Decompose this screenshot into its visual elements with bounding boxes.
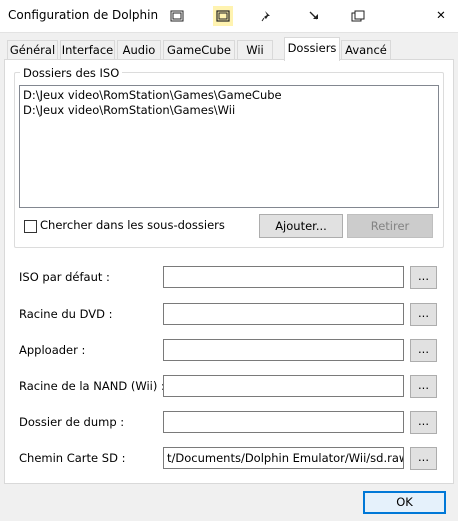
add-folder-button[interactable]: Ajouter... xyxy=(259,214,343,238)
dvd-root-browse-button[interactable]: ... xyxy=(410,303,437,326)
tab-interface[interactable]: Interface xyxy=(60,40,115,60)
apploader-label: Apploader : xyxy=(19,343,86,357)
iso-folders-group-title: Dossiers des ISO xyxy=(20,66,123,80)
remove-folder-button[interactable]: Retirer xyxy=(347,214,433,238)
title-bar[interactable]: Configuration de Dolphin ✕ xyxy=(0,0,458,32)
close-icon[interactable]: ✕ xyxy=(428,4,454,26)
window-title: Configuration de Dolphin xyxy=(8,8,159,22)
iso-folders-list[interactable]: D:\Jeux video\RomStation\Games\GameCube … xyxy=(19,85,439,208)
window-tile-icon[interactable] xyxy=(348,6,368,26)
dvd-root-input[interactable] xyxy=(163,303,404,325)
dvd-root-label: Racine du DVD : xyxy=(19,307,113,321)
list-item[interactable]: D:\Jeux video\RomStation\Games\Wii xyxy=(23,103,435,118)
nand-root-browse-button[interactable]: ... xyxy=(410,375,437,398)
tab-avance[interactable]: Avancé xyxy=(341,40,391,60)
recursive-search-checkbox[interactable] xyxy=(24,220,37,233)
dump-folder-input[interactable] xyxy=(163,411,404,433)
nand-root-label: Racine de la NAND (Wii) : xyxy=(19,379,165,393)
dump-folder-browse-button[interactable]: ... xyxy=(410,411,437,434)
apploader-browse-button[interactable]: ... xyxy=(410,339,437,362)
default-iso-input[interactable] xyxy=(163,266,404,288)
pin-icon[interactable] xyxy=(257,6,277,26)
nand-root-input[interactable] xyxy=(163,375,404,397)
window-icon[interactable] xyxy=(167,6,187,26)
tab-wii[interactable]: Wii xyxy=(237,40,273,60)
tab-dossiers[interactable]: Dossiers xyxy=(284,37,340,61)
ok-button[interactable]: OK xyxy=(363,491,446,514)
window-highlighted-icon[interactable] xyxy=(213,6,233,26)
tab-general[interactable]: Général xyxy=(7,40,58,60)
sd-card-path-label: Chemin Carte SD : xyxy=(19,451,126,465)
tab-gamecube[interactable]: GameCube xyxy=(163,40,235,60)
dump-folder-label: Dossier de dump : xyxy=(19,415,125,429)
recursive-search-label[interactable]: Chercher dans les sous-dossiers xyxy=(40,218,225,232)
default-iso-label: ISO par défaut : xyxy=(19,270,110,284)
collapse-arrow-icon[interactable] xyxy=(304,6,324,26)
tab-audio[interactable]: Audio xyxy=(117,40,161,60)
sd-card-path-browse-button[interactable]: ... xyxy=(410,447,437,470)
default-iso-browse-button[interactable]: ... xyxy=(410,266,437,289)
sd-card-path-input[interactable]: t/Documents/Dolphin Emulator/Wii/sd.raw xyxy=(163,447,404,469)
list-item[interactable]: D:\Jeux video\RomStation\Games\GameCube xyxy=(23,88,435,103)
apploader-input[interactable] xyxy=(163,339,404,361)
